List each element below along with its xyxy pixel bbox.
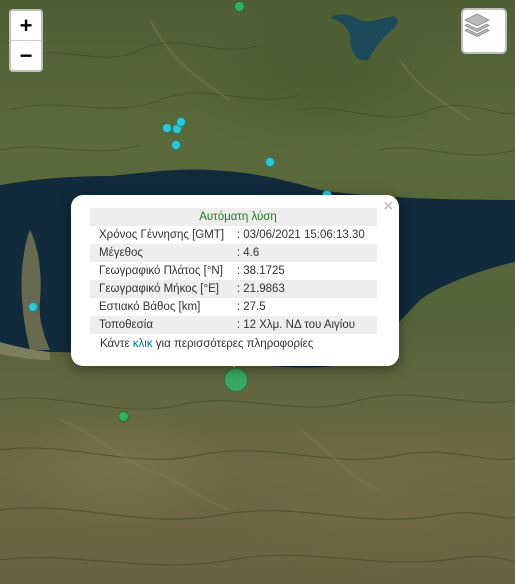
zoom-out-button[interactable]: − [11,41,41,70]
earthquake-marker[interactable] [118,411,129,422]
info-label: Χρόνος Γέννησης [GMT] [99,229,225,241]
info-row: Γεωγραφικό Πλάτος [°N] : 38.1725 [90,262,377,280]
info-row: Γεωγραφικό Μήκος [°E] : 21.9863 [90,280,377,298]
info-label: Μέγεθος [90,244,237,262]
info-value: : 12 Χλμ. ΝΔ του Αιγίου [236,316,377,334]
info-row: Μέγεθος : 4.6 [90,244,377,262]
layers-button[interactable] [461,8,507,54]
earthquake-marker[interactable] [176,117,186,127]
info-value: : 03/06/2021 15:06:13.30 [236,229,365,241]
popup-close-button[interactable]: × [384,199,393,215]
earthquake-marker[interactable] [265,157,275,167]
info-value: : 21.9863 [236,280,377,298]
info-label: Γεωγραφικό Πλάτος [°N] [99,265,223,277]
satellite-map[interactable]: + − × Αυτόματη λύση Χρόνος Γέννησης [GMT… [0,0,515,584]
earthquake-info-table: Αυτόματη λύση Χρόνος Γέννησης [GMT] : 03… [90,208,377,334]
layers-icon [464,13,490,37]
info-label: Εστιακό Βάθος [km] [99,301,201,313]
info-row: Εστιακό Βάθος [km] : 27.5 [90,298,377,316]
zoom-in-button[interactable]: + [11,11,41,41]
more-info-link[interactable]: κλικ [133,338,153,350]
earthquake-marker[interactable] [234,1,245,12]
popup-title-row: Αυτόματη λύση [90,208,377,226]
more-info-prefix: Κάντε [100,338,133,350]
info-value: : 4.6 [236,244,377,262]
info-label: Τοποθεσία [90,316,237,334]
zoom-control: + − [9,9,43,72]
info-label: Γεωγραφικό Μήκος [°E] [90,280,237,298]
earthquake-marker[interactable] [28,302,38,312]
info-value: : 38.1725 [236,265,285,277]
popup-title: Αυτόματη λύση [90,208,377,226]
earthquake-popup: × Αυτόματη λύση Χρόνος Γέννησης [GMT] : … [71,195,399,366]
more-info-suffix: για περισσότερες πληροφορίες [152,338,314,350]
more-info-text: Κάντε κλικ για περισσότερες πληροφορίες [100,338,313,350]
info-value: : 27.5 [236,301,266,313]
popup-tip [224,358,244,378]
info-row: Τοποθεσία : 12 Χλμ. ΝΔ του Αιγίου [90,316,377,334]
info-row: Χρόνος Γέννησης [GMT] : 03/06/2021 15:06… [90,226,377,244]
earthquake-marker[interactable] [171,140,181,150]
earthquake-marker[interactable] [162,123,172,133]
lake-water [330,14,398,61]
